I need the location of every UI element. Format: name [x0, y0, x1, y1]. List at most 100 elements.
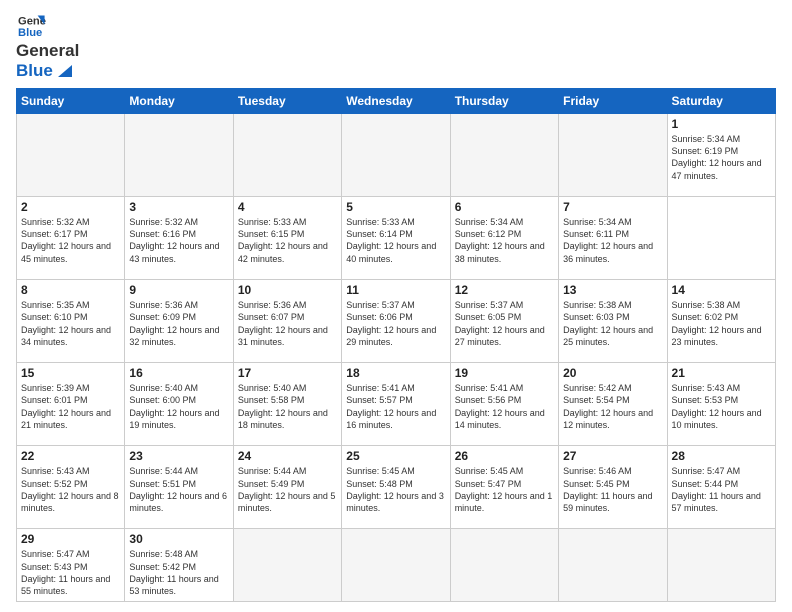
calendar-cell-25: 25 Sunrise: 5:45 AMSunset: 5:48 PMDaylig… — [342, 446, 450, 529]
day-number: 5 — [346, 200, 445, 214]
cell-info: Sunrise: 5:39 AMSunset: 6:01 PMDaylight:… — [21, 382, 120, 431]
calendar-cell-19: 19 Sunrise: 5:41 AMSunset: 5:56 PMDaylig… — [450, 363, 558, 446]
week-row-1: 1 Sunrise: 5:34 AMSunset: 6:19 PMDayligh… — [17, 114, 776, 197]
calendar-cell-7: 7 Sunrise: 5:34 AMSunset: 6:11 PMDayligh… — [559, 197, 667, 280]
cell-info: Sunrise: 5:32 AMSunset: 6:17 PMDaylight:… — [21, 216, 120, 265]
logo-blue: Blue — [16, 61, 79, 81]
week-row-2: 2 Sunrise: 5:32 AMSunset: 6:17 PMDayligh… — [17, 197, 776, 280]
calendar-table: SundayMondayTuesdayWednesdayThursdayFrid… — [16, 88, 776, 602]
day-number: 16 — [129, 366, 228, 380]
weekday-header-friday: Friday — [559, 89, 667, 114]
day-number: 3 — [129, 200, 228, 214]
cell-info: Sunrise: 5:36 AMSunset: 6:07 PMDaylight:… — [238, 299, 337, 348]
day-number: 28 — [672, 449, 771, 463]
weekday-header-wednesday: Wednesday — [342, 89, 450, 114]
page: General Blue General Blue — [0, 0, 792, 612]
weekday-header-saturday: Saturday — [667, 89, 775, 114]
calendar-cell-16: 16 Sunrise: 5:40 AMSunset: 6:00 PMDaylig… — [125, 363, 233, 446]
day-number: 29 — [21, 532, 120, 546]
calendar-cell-empty — [559, 529, 667, 602]
day-number: 18 — [346, 366, 445, 380]
logo-general: General — [16, 41, 79, 61]
calendar-cell-22: 22 Sunrise: 5:43 AMSunset: 5:52 PMDaylig… — [17, 446, 125, 529]
cell-info: Sunrise: 5:34 AMSunset: 6:19 PMDaylight:… — [672, 133, 771, 182]
cell-info: Sunrise: 5:33 AMSunset: 6:15 PMDaylight:… — [238, 216, 337, 265]
calendar-cell-9: 9 Sunrise: 5:36 AMSunset: 6:09 PMDayligh… — [125, 280, 233, 363]
calendar-cell-empty — [233, 529, 341, 602]
cell-info: Sunrise: 5:43 AMSunset: 5:52 PMDaylight:… — [21, 465, 120, 514]
cell-info: Sunrise: 5:44 AMSunset: 5:49 PMDaylight:… — [238, 465, 337, 514]
calendar-cell-10: 10 Sunrise: 5:36 AMSunset: 6:07 PMDaylig… — [233, 280, 341, 363]
cell-info: Sunrise: 5:38 AMSunset: 6:02 PMDaylight:… — [672, 299, 771, 348]
calendar-cell-8: 8 Sunrise: 5:35 AMSunset: 6:10 PMDayligh… — [17, 280, 125, 363]
day-number: 25 — [346, 449, 445, 463]
day-number: 27 — [563, 449, 662, 463]
calendar-cell-18: 18 Sunrise: 5:41 AMSunset: 5:57 PMDaylig… — [342, 363, 450, 446]
calendar-cell-empty — [667, 529, 775, 602]
calendar-cell-11: 11 Sunrise: 5:37 AMSunset: 6:06 PMDaylig… — [342, 280, 450, 363]
week-row-6: 29 Sunrise: 5:47 AMSunset: 5:43 PMDaylig… — [17, 529, 776, 602]
cell-info: Sunrise: 5:40 AMSunset: 5:58 PMDaylight:… — [238, 382, 337, 431]
calendar-cell-empty — [17, 114, 125, 197]
cell-info: Sunrise: 5:44 AMSunset: 5:51 PMDaylight:… — [129, 465, 228, 514]
calendar-cell-13: 13 Sunrise: 5:38 AMSunset: 6:03 PMDaylig… — [559, 280, 667, 363]
day-number: 22 — [21, 449, 120, 463]
calendar-cell-empty — [450, 114, 558, 197]
cell-info: Sunrise: 5:41 AMSunset: 5:57 PMDaylight:… — [346, 382, 445, 431]
logo: General Blue General Blue — [16, 12, 79, 80]
cell-info: Sunrise: 5:37 AMSunset: 6:06 PMDaylight:… — [346, 299, 445, 348]
day-number: 11 — [346, 283, 445, 297]
week-row-3: 8 Sunrise: 5:35 AMSunset: 6:10 PMDayligh… — [17, 280, 776, 363]
day-number: 26 — [455, 449, 554, 463]
day-number: 12 — [455, 283, 554, 297]
day-number: 30 — [129, 532, 228, 546]
day-number: 21 — [672, 366, 771, 380]
day-number: 10 — [238, 283, 337, 297]
cell-info: Sunrise: 5:35 AMSunset: 6:10 PMDaylight:… — [21, 299, 120, 348]
weekday-header-sunday: Sunday — [17, 89, 125, 114]
cell-info: Sunrise: 5:45 AMSunset: 5:48 PMDaylight:… — [346, 465, 445, 514]
day-number: 6 — [455, 200, 554, 214]
calendar-cell-28: 28 Sunrise: 5:47 AMSunset: 5:44 PMDaylig… — [667, 446, 775, 529]
cell-info: Sunrise: 5:32 AMSunset: 6:16 PMDaylight:… — [129, 216, 228, 265]
calendar-cell-6: 6 Sunrise: 5:34 AMSunset: 6:12 PMDayligh… — [450, 197, 558, 280]
header: General Blue General Blue — [16, 12, 776, 80]
day-number: 7 — [563, 200, 662, 214]
calendar-cell-empty — [342, 529, 450, 602]
cell-info: Sunrise: 5:47 AMSunset: 5:43 PMDaylight:… — [21, 548, 120, 597]
calendar-cell-4: 4 Sunrise: 5:33 AMSunset: 6:15 PMDayligh… — [233, 197, 341, 280]
calendar-cell-3: 3 Sunrise: 5:32 AMSunset: 6:16 PMDayligh… — [125, 197, 233, 280]
calendar-cell-12: 12 Sunrise: 5:37 AMSunset: 6:05 PMDaylig… — [450, 280, 558, 363]
day-number: 14 — [672, 283, 771, 297]
day-number: 13 — [563, 283, 662, 297]
week-row-4: 15 Sunrise: 5:39 AMSunset: 6:01 PMDaylig… — [17, 363, 776, 446]
day-number: 19 — [455, 366, 554, 380]
cell-info: Sunrise: 5:42 AMSunset: 5:54 PMDaylight:… — [563, 382, 662, 431]
cell-info: Sunrise: 5:38 AMSunset: 6:03 PMDaylight:… — [563, 299, 662, 348]
cell-info: Sunrise: 5:46 AMSunset: 5:45 PMDaylight:… — [563, 465, 662, 514]
day-number: 23 — [129, 449, 228, 463]
day-number: 1 — [672, 117, 771, 131]
day-number: 8 — [21, 283, 120, 297]
cell-info: Sunrise: 5:34 AMSunset: 6:11 PMDaylight:… — [563, 216, 662, 265]
calendar-cell-26: 26 Sunrise: 5:45 AMSunset: 5:47 PMDaylig… — [450, 446, 558, 529]
calendar-cell-24: 24 Sunrise: 5:44 AMSunset: 5:49 PMDaylig… — [233, 446, 341, 529]
calendar-cell-empty — [233, 114, 341, 197]
calendar-cell-empty — [125, 114, 233, 197]
calendar-cell-15: 15 Sunrise: 5:39 AMSunset: 6:01 PMDaylig… — [17, 363, 125, 446]
calendar-cell-2: 2 Sunrise: 5:32 AMSunset: 6:17 PMDayligh… — [17, 197, 125, 280]
weekday-header-thursday: Thursday — [450, 89, 558, 114]
calendar-cell-27: 27 Sunrise: 5:46 AMSunset: 5:45 PMDaylig… — [559, 446, 667, 529]
calendar-cell-21: 21 Sunrise: 5:43 AMSunset: 5:53 PMDaylig… — [667, 363, 775, 446]
cell-info: Sunrise: 5:33 AMSunset: 6:14 PMDaylight:… — [346, 216, 445, 265]
calendar-cell-20: 20 Sunrise: 5:42 AMSunset: 5:54 PMDaylig… — [559, 363, 667, 446]
weekday-header-monday: Monday — [125, 89, 233, 114]
cell-info: Sunrise: 5:48 AMSunset: 5:42 PMDaylight:… — [129, 548, 228, 597]
calendar-cell-23: 23 Sunrise: 5:44 AMSunset: 5:51 PMDaylig… — [125, 446, 233, 529]
day-number: 20 — [563, 366, 662, 380]
weekday-header-row: SundayMondayTuesdayWednesdayThursdayFrid… — [17, 89, 776, 114]
cell-info: Sunrise: 5:34 AMSunset: 6:12 PMDaylight:… — [455, 216, 554, 265]
week-row-5: 22 Sunrise: 5:43 AMSunset: 5:52 PMDaylig… — [17, 446, 776, 529]
calendar-cell-5: 5 Sunrise: 5:33 AMSunset: 6:14 PMDayligh… — [342, 197, 450, 280]
day-number: 17 — [238, 366, 337, 380]
